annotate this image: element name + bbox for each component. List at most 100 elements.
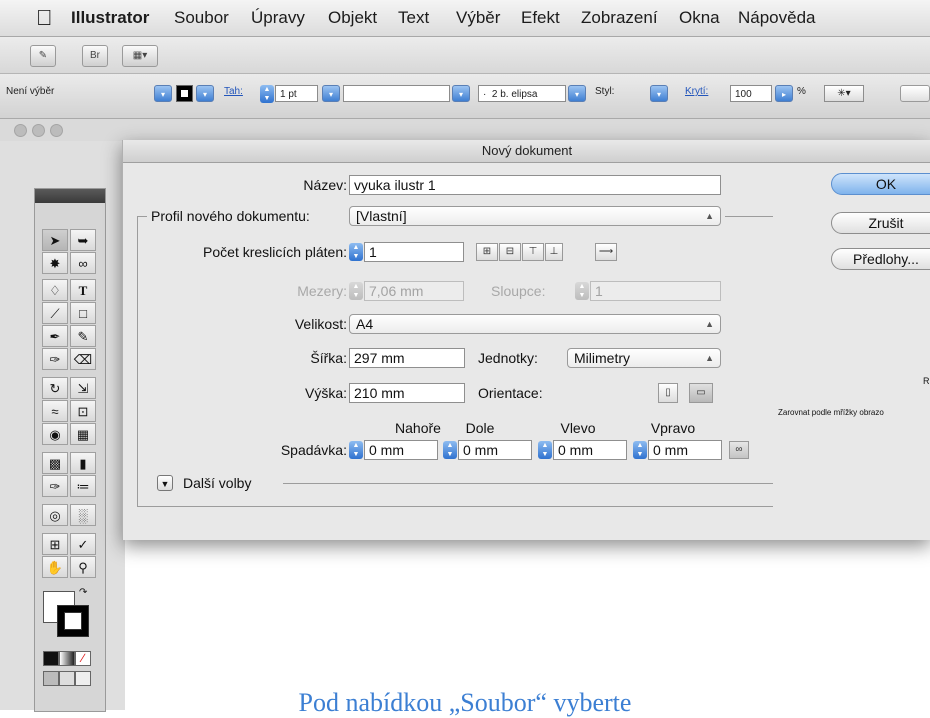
artboard-tool-icon[interactable]: ⊞ <box>42 533 68 555</box>
height-input[interactable]: 210 mm <box>349 383 465 403</box>
menu-zobrazeni[interactable]: Zobrazení <box>581 8 658 28</box>
landscape-orientation-icon[interactable]: ▭ <box>689 383 713 403</box>
size-select[interactable]: A4 ▲ <box>349 314 721 334</box>
eraser-tool-icon[interactable]: ⌫ <box>70 348 96 370</box>
mesh-tool-icon[interactable]: ▩ <box>42 452 68 474</box>
stroke-weight-field[interactable]: 1 pt <box>275 85 318 102</box>
artboards-stepper[interactable]: ▲ ▼ <box>349 243 363 261</box>
line-tool-icon[interactable]: ⟋ <box>42 302 68 324</box>
stroke-color-dropdown[interactable]: ▾ <box>196 85 214 102</box>
opacity-field[interactable]: 100 <box>730 85 772 102</box>
draw-behind-icon[interactable] <box>59 671 75 686</box>
brush-field[interactable]: · 2 b. elipsa <box>478 85 566 102</box>
swap-colors-icon[interactable]: ↷ <box>79 587 87 598</box>
paintbrush-tool-icon[interactable]: ✒ <box>42 325 68 347</box>
stroke-weight-stepper[interactable]: ▲ ▼ <box>260 85 274 103</box>
arrange-by-column-icon[interactable]: ⊥ <box>545 243 563 261</box>
tools-panel-header[interactable] <box>35 189 105 203</box>
artboard-canvas[interactable] <box>125 540 930 710</box>
eyedropper-tool-icon[interactable]: ✑ <box>42 475 68 497</box>
menu-upravy[interactable]: Úpravy <box>251 8 305 28</box>
menu-napoveda[interactable]: Nápověda <box>738 8 816 28</box>
bleed-top-stepper[interactable]: ▲ ▼ <box>349 441 363 459</box>
grid-by-column-icon[interactable]: ⊟ <box>499 243 521 261</box>
gradient-mode-icon[interactable] <box>59 651 75 666</box>
fill-color-dropdown[interactable]: ▾ <box>154 85 172 102</box>
pen-tool-icon[interactable]: ♢ <box>42 279 68 301</box>
perspective-grid-tool-icon[interactable]: ▦ <box>70 423 96 445</box>
color-mode-icon[interactable] <box>43 651 59 666</box>
gradient-tool-icon[interactable]: ▮ <box>70 452 96 474</box>
more-options-label[interactable]: Další volby <box>183 473 251 493</box>
columns-stepper[interactable]: ▲ ▼ <box>575 282 589 300</box>
app-icon[interactable]: ✎ <box>30 45 56 67</box>
magic-wand-tool-icon[interactable]: ✸ <box>42 252 68 274</box>
apple-icon[interactable]:  <box>36 5 53 31</box>
pencil-tool-icon[interactable]: ✎ <box>70 325 96 347</box>
bleed-left-input[interactable]: 0 mm <box>553 440 627 460</box>
spacing-input[interactable]: 7,06 mm <box>364 281 464 301</box>
style-dropdown[interactable]: ▾ <box>650 85 668 102</box>
menu-objekt[interactable]: Objekt <box>328 8 377 28</box>
portrait-orientation-icon[interactable]: ▯ <box>658 383 678 403</box>
spacing-stepper[interactable]: ▲ ▼ <box>349 282 363 300</box>
templates-button[interactable]: Předlohy... <box>831 248 930 270</box>
rectangle-tool-icon[interactable]: □ <box>70 302 96 324</box>
blend-tool-icon[interactable]: ≔ <box>70 475 96 497</box>
slice-tool-icon[interactable]: ✓ <box>70 533 96 555</box>
blob-brush-tool-icon[interactable]: ✑ <box>42 348 68 370</box>
shape-builder-tool-icon[interactable]: ◉ <box>42 423 68 445</box>
bleed-top-input[interactable]: 0 mm <box>364 440 438 460</box>
bleed-right-input[interactable]: 0 mm <box>648 440 722 460</box>
brush-dropdown[interactable]: ▾ <box>568 85 586 102</box>
free-transform-tool-icon[interactable]: ⊡ <box>70 400 96 422</box>
menu-okna[interactable]: Okna <box>679 8 720 28</box>
column-graph-tool-icon[interactable]: ░ <box>70 504 96 526</box>
variable-width-dropdown[interactable]: ▾ <box>452 85 470 102</box>
menu-illustrator[interactable]: Illustrator <box>71 8 149 28</box>
bleed-bottom-stepper[interactable]: ▲ ▼ <box>443 441 457 459</box>
columns-input[interactable]: 1 <box>590 281 721 301</box>
minimize-window-icon[interactable] <box>32 124 45 137</box>
bleed-bottom-input[interactable]: 0 mm <box>458 440 532 460</box>
units-select[interactable]: Milimetry ▲ <box>567 348 721 368</box>
menu-soubor[interactable]: Soubor <box>174 8 229 28</box>
bridge-button[interactable]: Br <box>82 45 108 67</box>
rotate-tool-icon[interactable]: ↻ <box>42 377 68 399</box>
cancel-button[interactable]: Zrušit <box>831 212 930 234</box>
selection-tool-icon[interactable]: ➤ <box>42 229 68 251</box>
symbol-sprayer-tool-icon[interactable]: ◎ <box>42 504 68 526</box>
profile-select[interactable]: [Vlastní] ▲ <box>349 206 721 226</box>
hand-tool-icon[interactable]: ✋ <box>42 556 68 578</box>
zoom-window-icon[interactable] <box>50 124 63 137</box>
artboards-count-input[interactable]: 1 <box>364 242 464 262</box>
recolor-artwork-button[interactable]: ✳▾ <box>824 85 864 102</box>
stroke-label[interactable]: Tah: <box>224 86 243 97</box>
warp-tool-icon[interactable]: ≈ <box>42 400 68 422</box>
lasso-tool-icon[interactable]: ∞ <box>70 252 96 274</box>
none-mode-icon[interactable]: ∕ <box>75 651 91 666</box>
menu-vyber[interactable]: Výběr <box>456 8 500 28</box>
width-input[interactable]: 297 mm <box>349 348 465 368</box>
more-options-disclosure-icon[interactable]: ▼ <box>157 475 173 491</box>
opacity-dropdown[interactable]: ▸ <box>775 85 793 102</box>
bleed-right-stepper[interactable]: ▲ ▼ <box>633 441 647 459</box>
variable-width-field[interactable] <box>343 85 450 102</box>
menu-efekt[interactable]: Efekt <box>521 8 560 28</box>
bleed-left-stepper[interactable]: ▲ ▼ <box>538 441 552 459</box>
opacity-label[interactable]: Krytí: <box>685 86 708 97</box>
zoom-tool-icon[interactable]: ⚲ <box>70 556 96 578</box>
document-setup-button[interactable] <box>900 85 930 102</box>
right-to-left-layout-icon[interactable]: ⟶ <box>595 243 617 261</box>
draw-inside-icon[interactable] <box>75 671 91 686</box>
close-window-icon[interactable] <box>14 124 27 137</box>
draw-normal-icon[interactable] <box>43 671 59 686</box>
stroke-swatch[interactable] <box>176 85 193 102</box>
ok-button[interactable]: OK <box>831 173 930 195</box>
arrange-documents-button[interactable]: ▦▾ <box>122 45 158 67</box>
type-tool-icon[interactable]: T <box>70 279 96 301</box>
link-bleed-icon[interactable]: ∞ <box>729 441 749 459</box>
menu-text[interactable]: Text <box>398 8 429 28</box>
stroke-color-swatch[interactable] <box>57 605 89 637</box>
stroke-weight-dropdown[interactable]: ▾ <box>322 85 340 102</box>
